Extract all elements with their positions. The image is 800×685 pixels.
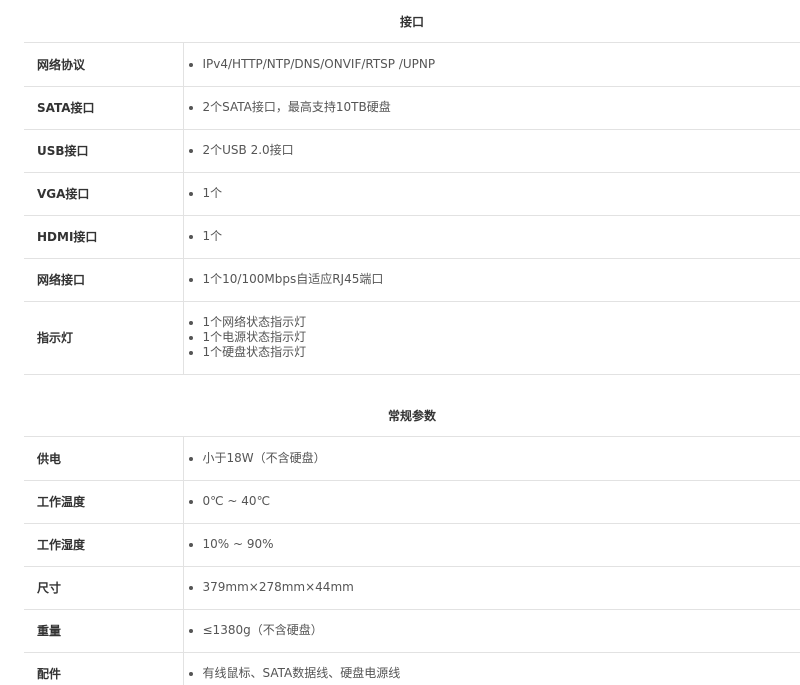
section-title-interfaces: 接口	[24, 2, 800, 43]
spec-value-item: 1个10/100Mbps自适应RJ45端口	[203, 272, 800, 287]
spec-value-item: ≤1380g（不含硬盘）	[203, 623, 800, 638]
table-row: 网络接口 1个10/100Mbps自适应RJ45端口	[24, 258, 800, 302]
table-row: 供电 小于18W（不含硬盘）	[24, 437, 800, 481]
spec-label: VGA接口	[24, 172, 184, 216]
table-row: 工作温度 0℃ ~ 40℃	[24, 480, 800, 524]
spec-value-item: 2个SATA接口，最高支持10TB硬盘	[203, 100, 800, 115]
spec-value-item: 有线鼠标、SATA数据线、硬盘电源线	[203, 666, 800, 681]
spec-label: SATA接口	[24, 86, 184, 130]
table-row: SATA接口 2个SATA接口，最高支持10TB硬盘	[24, 86, 800, 130]
spec-table-interfaces: 网络协议 IPv4/HTTP/NTP/DNS/ONVIF/RTSP /UPNP …	[24, 43, 800, 375]
spec-value-item: 1个硬盘状态指示灯	[203, 345, 800, 360]
spec-value-item: IPv4/HTTP/NTP/DNS/ONVIF/RTSP /UPNP	[203, 57, 800, 72]
table-row: 配件 有线鼠标、SATA数据线、硬盘电源线	[24, 652, 800, 685]
spec-value-item: 1个	[203, 229, 800, 244]
spec-value: 有线鼠标、SATA数据线、硬盘电源线	[183, 652, 800, 685]
spec-value-item: 小于18W（不含硬盘）	[203, 451, 800, 466]
spec-label: HDMI接口	[24, 215, 184, 259]
spec-value: 1个10/100Mbps自适应RJ45端口	[183, 258, 800, 302]
spec-label: USB接口	[24, 129, 184, 173]
table-row: 尺寸 379mm×278mm×44mm	[24, 566, 800, 610]
spec-value: 小于18W（不含硬盘）	[183, 437, 800, 481]
spec-value: IPv4/HTTP/NTP/DNS/ONVIF/RTSP /UPNP	[183, 43, 800, 87]
table-row: 工作湿度 10% ~ 90%	[24, 523, 800, 567]
table-row: VGA接口 1个	[24, 172, 800, 216]
spec-value: 10% ~ 90%	[183, 523, 800, 567]
spec-value: 379mm×278mm×44mm	[183, 566, 800, 610]
spec-value: 1个	[183, 215, 800, 259]
spec-value-item: 0℃ ~ 40℃	[203, 494, 800, 509]
spec-label: 网络接口	[24, 258, 184, 302]
spec-page: 接口 网络协议 IPv4/HTTP/NTP/DNS/ONVIF/RTSP /UP…	[0, 0, 800, 685]
table-row: HDMI接口 1个	[24, 215, 800, 259]
table-row: 重量 ≤1380g（不含硬盘）	[24, 609, 800, 653]
spec-label: 尺寸	[24, 566, 184, 610]
spec-label: 工作湿度	[24, 523, 184, 567]
table-row: 指示灯 1个网络状态指示灯 1个电源状态指示灯 1个硬盘状态指示灯	[24, 301, 800, 375]
spec-value: 0℃ ~ 40℃	[183, 480, 800, 524]
spec-label: 配件	[24, 652, 184, 685]
spec-value: 2个SATA接口，最高支持10TB硬盘	[183, 86, 800, 130]
spec-label: 网络协议	[24, 43, 184, 87]
spec-value: 2个USB 2.0接口	[183, 129, 800, 173]
spec-value-item: 1个	[203, 186, 800, 201]
spec-value: 1个网络状态指示灯 1个电源状态指示灯 1个硬盘状态指示灯	[183, 301, 800, 375]
table-row: USB接口 2个USB 2.0接口	[24, 129, 800, 173]
spec-value-item: 10% ~ 90%	[203, 537, 800, 552]
table-row: 网络协议 IPv4/HTTP/NTP/DNS/ONVIF/RTSP /UPNP	[24, 43, 800, 87]
spec-label: 供电	[24, 437, 184, 481]
spec-table-general: 供电 小于18W（不含硬盘） 工作温度 0℃ ~ 40℃ 工作湿度 10% ~ …	[24, 437, 800, 685]
spec-label: 工作温度	[24, 480, 184, 524]
spec-value-item: 1个网络状态指示灯	[203, 315, 800, 330]
spec-value-item: 1个电源状态指示灯	[203, 330, 800, 345]
spec-value: ≤1380g（不含硬盘）	[183, 609, 800, 653]
spec-value: 1个	[183, 172, 800, 216]
section-title-general: 常规参数	[24, 396, 800, 437]
spec-value-item: 379mm×278mm×44mm	[203, 580, 800, 595]
spec-value-item: 2个USB 2.0接口	[203, 143, 800, 158]
spec-label: 重量	[24, 609, 184, 653]
spec-label: 指示灯	[24, 301, 184, 375]
